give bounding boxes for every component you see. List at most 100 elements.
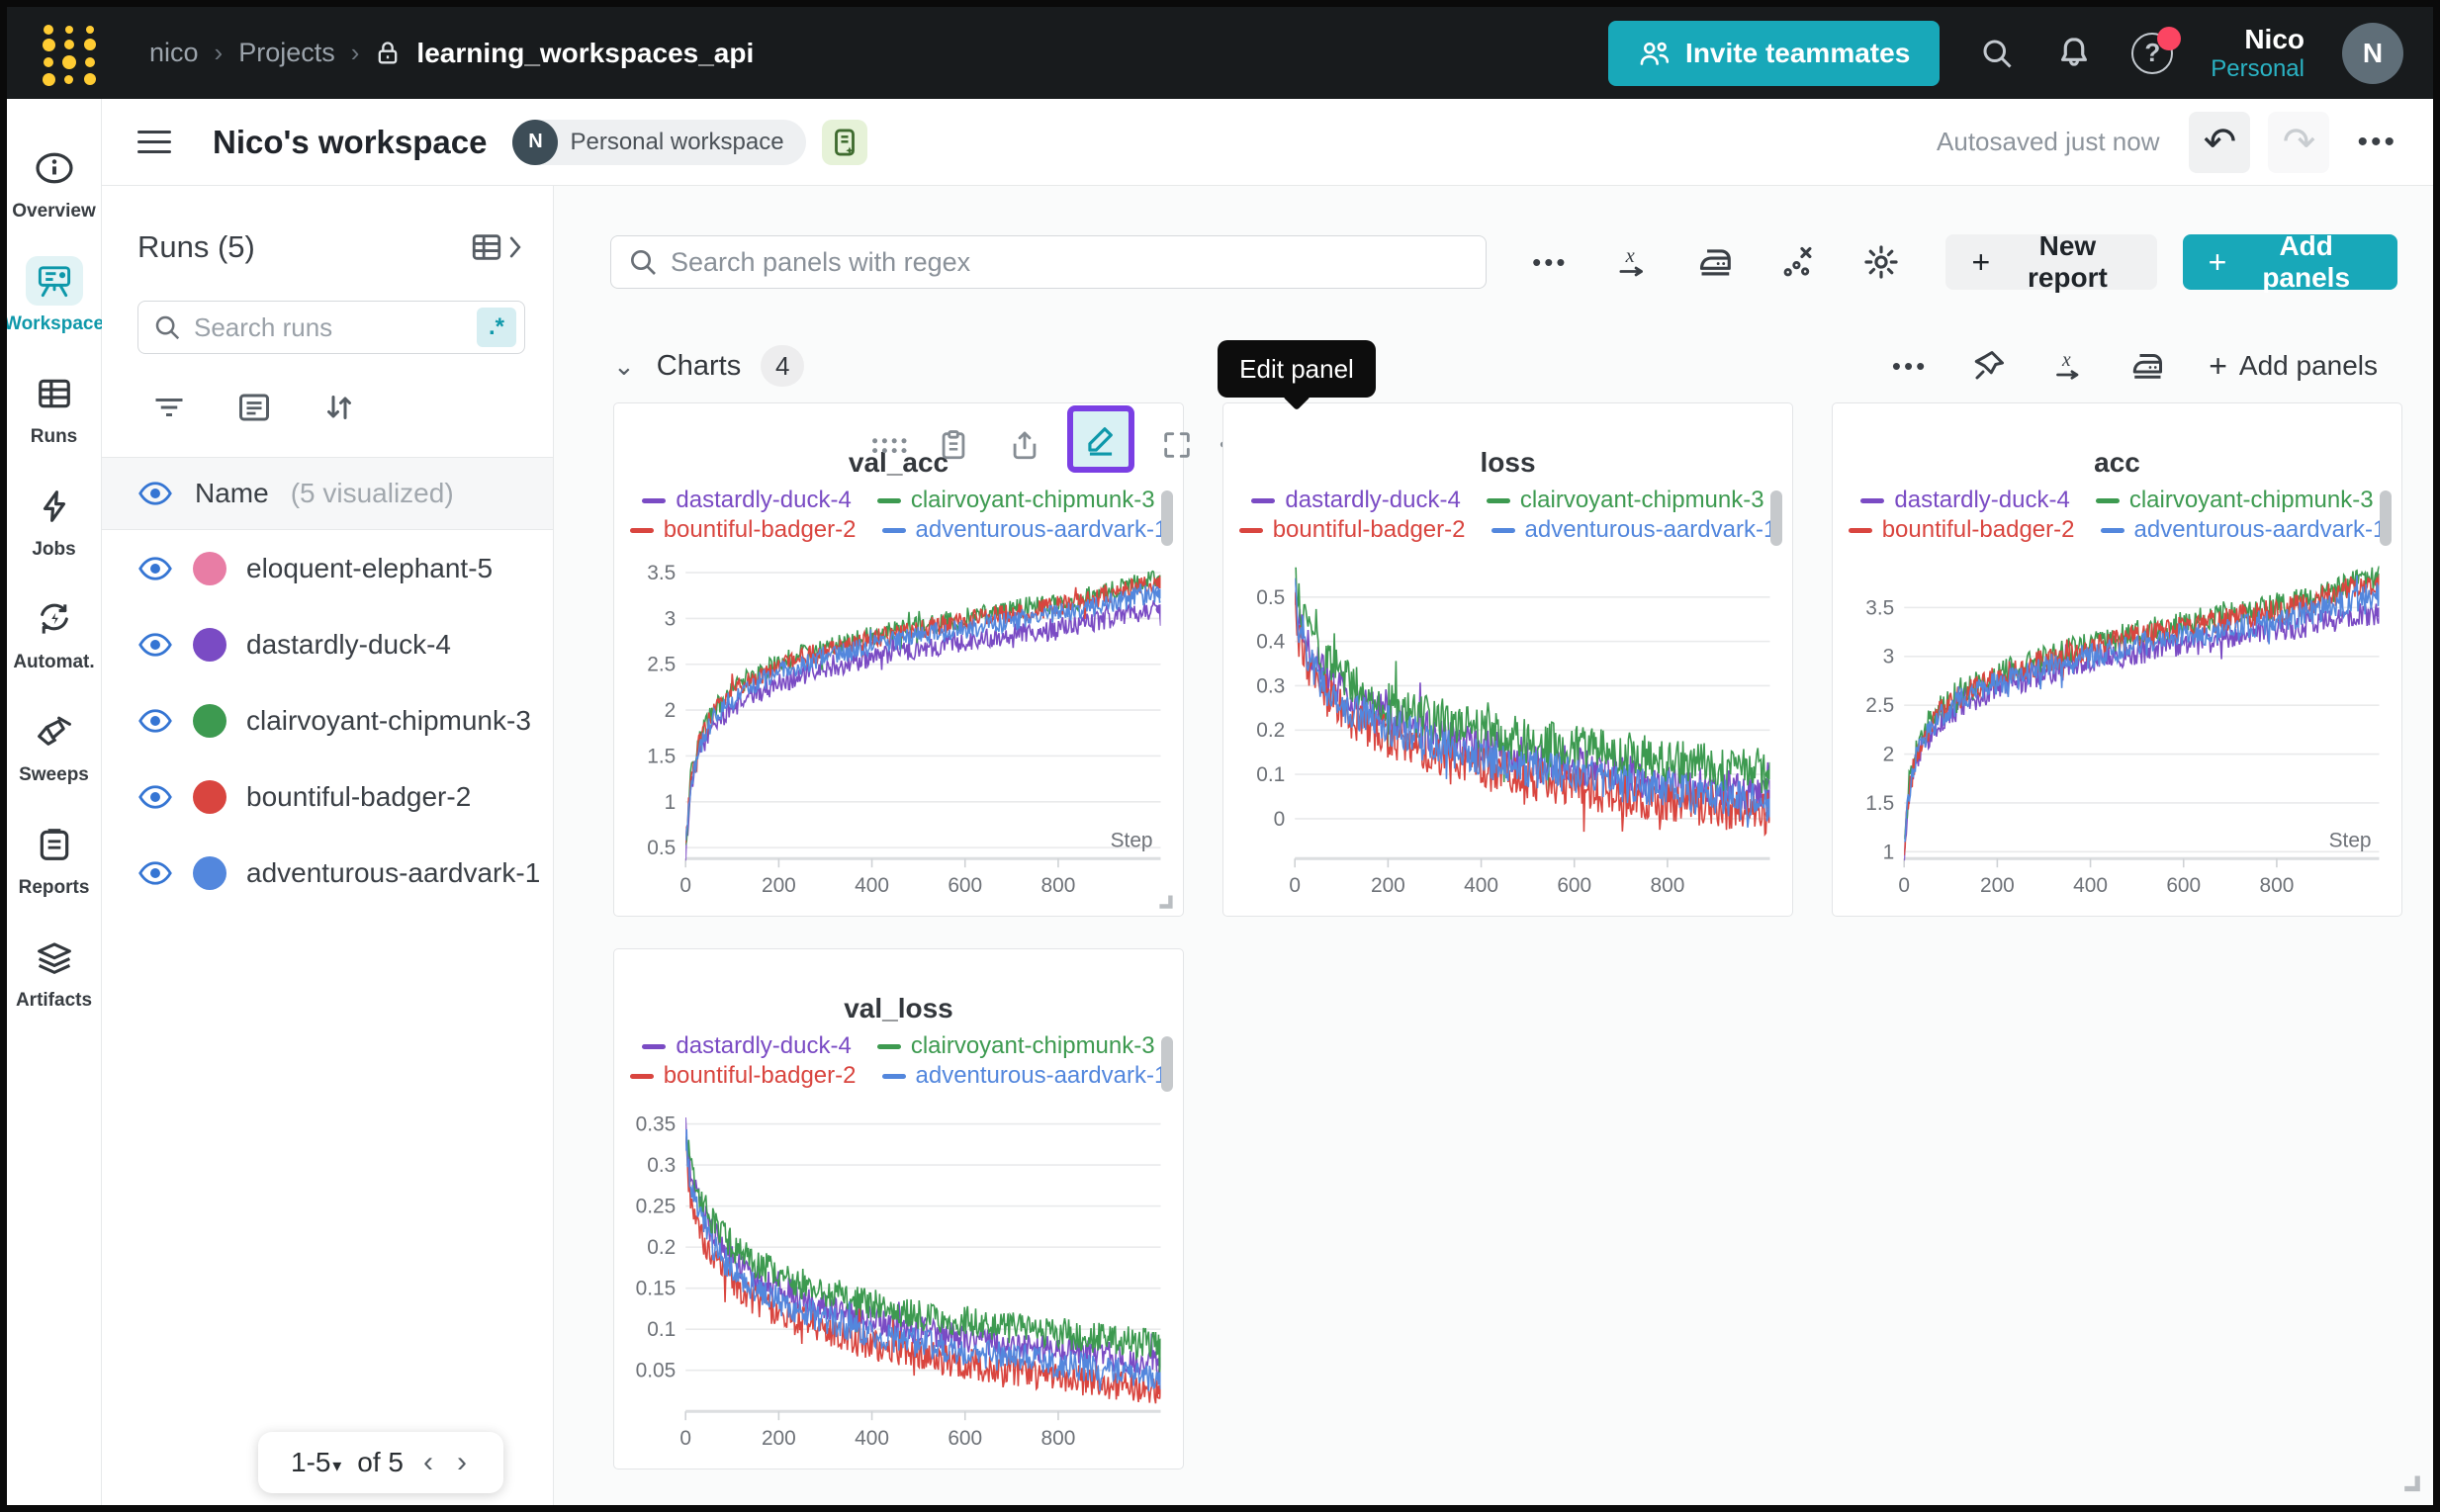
run-name[interactable]: bountiful-badger-2	[246, 781, 471, 813]
user-menu[interactable]: Nico Personal	[2211, 24, 2304, 83]
run-name[interactable]: adventurous-aardvark-1	[246, 857, 540, 889]
run-row[interactable]: dastardly-duck-4	[102, 606, 553, 682]
section-smoothing-icon[interactable]	[2129, 348, 2165, 384]
pin-section-icon[interactable]	[1971, 348, 2007, 384]
panel-resize-handle[interactable]	[1155, 890, 1177, 912]
sidebar-item-sweeps[interactable]: Sweeps	[7, 690, 102, 803]
wandb-logo-icon[interactable]	[41, 25, 98, 82]
outliers-icon[interactable]	[1779, 243, 1817, 281]
visibility-eye-icon[interactable]	[137, 707, 173, 735]
section-add-panels-link[interactable]: +Add panels	[2209, 348, 2378, 385]
run-name[interactable]: dastardly-duck-4	[246, 629, 451, 661]
chart-plot-area[interactable]: 0.050.10.150.20.250.30.350200400600800	[622, 1098, 1175, 1457]
legend-item[interactable]: clairvoyant-chipmunk-3	[1487, 487, 1764, 514]
run-row[interactable]: eloquent-elephant-5	[102, 530, 553, 606]
legend-item[interactable]: adventurous-aardvark-1	[882, 516, 1168, 544]
legend-item[interactable]: clairvoyant-chipmunk-3	[2096, 487, 2374, 514]
legend-scrollbar[interactable]	[2380, 490, 2392, 546]
legend-item[interactable]: bountiful-badger-2	[1239, 516, 1466, 544]
chart-plot-area[interactable]: 00.10.20.30.40.50200400600800	[1231, 552, 1784, 904]
next-page-icon[interactable]: ›	[453, 1446, 471, 1479]
panels-overflow-menu-icon[interactable]: •••	[1532, 247, 1568, 278]
section-x-axis-icon[interactable]	[2050, 348, 2086, 384]
redo-button[interactable]: ↷	[2268, 112, 2329, 173]
sort-icon[interactable]	[321, 390, 357, 425]
legend-item[interactable]: clairvoyant-chipmunk-3	[877, 487, 1155, 514]
legend-scrollbar[interactable]	[1161, 1036, 1173, 1092]
legend-item[interactable]: adventurous-aardvark-1	[2101, 516, 2387, 544]
undo-button[interactable]: ↶	[2189, 112, 2250, 173]
search-icon[interactable]	[1977, 34, 2017, 73]
run-row[interactable]: clairvoyant-chipmunk-3	[102, 682, 553, 758]
breadcrumb-separator: ›	[215, 38, 224, 68]
chart-plot-area[interactable]: 11.522.533.50200400600800Step	[1841, 552, 2394, 904]
sidebar-item-reports[interactable]: Reports	[7, 803, 102, 916]
search-runs-input[interactable]	[194, 312, 477, 343]
visibility-eye-icon[interactable]	[137, 859, 173, 887]
open-runs-table-icon[interactable]	[470, 230, 523, 264]
filter-icon[interactable]	[151, 390, 187, 425]
drag-panel-handle-icon[interactable]	[869, 432, 911, 458]
breadcrumb-project[interactable]: learning_workspaces_api	[416, 38, 754, 69]
sidebar-item-workspace[interactable]: Workspace	[7, 239, 102, 352]
x-axis-settings-icon[interactable]	[1613, 243, 1651, 281]
avatar[interactable]: N	[2342, 23, 2403, 84]
legend-item[interactable]: clairvoyant-chipmunk-3	[877, 1032, 1155, 1060]
new-report-button[interactable]: +New report	[1945, 234, 2156, 290]
invite-teammates-button[interactable]: Invite teammates	[1608, 21, 1940, 86]
sidebar-item-runs[interactable]: Runs	[7, 352, 102, 465]
workspace-overflow-menu-icon[interactable]: •••	[2357, 126, 2397, 159]
export-panel-icon[interactable]	[1008, 428, 1041, 462]
legend-item[interactable]: bountiful-badger-2	[1849, 516, 2075, 544]
visibility-eye-icon[interactable]	[137, 480, 173, 507]
breadcrumb-section[interactable]: Projects	[238, 38, 335, 68]
notifications-bell-icon[interactable]	[2054, 34, 2094, 73]
visibility-eye-icon[interactable]	[137, 631, 173, 659]
visibility-eye-icon[interactable]	[137, 555, 173, 582]
group-list-icon[interactable]	[236, 390, 272, 425]
svg-text:200: 200	[762, 1427, 796, 1450]
svg-text:2: 2	[665, 699, 677, 722]
page-range-dropdown[interactable]: 1-5 ▾	[291, 1447, 341, 1478]
sidebar-item-overview[interactable]: Overview	[7, 127, 102, 239]
legend-item[interactable]: bountiful-badger-2	[630, 516, 857, 544]
legend-item[interactable]: dastardly-duck-4	[642, 1032, 851, 1060]
visibility-eye-icon[interactable]	[137, 783, 173, 811]
workspace-badge[interactable]: N Personal workspace	[512, 120, 805, 165]
run-row[interactable]: bountiful-badger-2	[102, 758, 553, 835]
legend-item[interactable]: dastardly-duck-4	[1251, 487, 1460, 514]
legend-item[interactable]: dastardly-duck-4	[642, 487, 851, 514]
collapse-sidebar-icon[interactable]	[137, 124, 171, 160]
page-resize-handle[interactable]	[2399, 1469, 2425, 1495]
legend-item[interactable]: adventurous-aardvark-1	[882, 1062, 1168, 1090]
fullscreen-panel-icon[interactable]	[1160, 428, 1194, 462]
top-navbar: nico › Projects › learning_workspaces_ap…	[7, 7, 2433, 99]
workspace-doc-icon[interactable]	[822, 120, 867, 165]
sidebar-item-automations[interactable]: Automat.	[7, 578, 102, 690]
breadcrumb-user[interactable]: nico	[149, 38, 199, 68]
run-name[interactable]: eloquent-elephant-5	[246, 553, 493, 584]
smoothing-icon[interactable]	[1696, 243, 1734, 281]
svg-text:400: 400	[855, 874, 889, 897]
search-panels-input[interactable]	[671, 247, 1486, 278]
sidebar-item-artifacts[interactable]: Artifacts	[7, 916, 102, 1028]
regex-toggle[interactable]: .*	[477, 308, 516, 347]
legend-item[interactable]: adventurous-aardvark-1	[1491, 516, 1777, 544]
collapse-section-icon[interactable]: ⌄	[613, 351, 635, 382]
run-name[interactable]: clairvoyant-chipmunk-3	[246, 705, 531, 737]
prev-page-icon[interactable]: ‹	[419, 1446, 437, 1479]
svg-text:0.3: 0.3	[1256, 674, 1285, 697]
legend-item[interactable]: dastardly-duck-4	[1860, 487, 2069, 514]
legend-item[interactable]: bountiful-badger-2	[630, 1062, 857, 1090]
help-icon[interactable]: ?	[2131, 33, 2173, 74]
section-overflow-menu-icon[interactable]: •••	[1892, 351, 1928, 382]
legend-scrollbar[interactable]	[1770, 490, 1782, 546]
legend-scrollbar[interactable]	[1161, 490, 1173, 546]
copy-panel-icon[interactable]	[937, 428, 970, 462]
add-panels-button[interactable]: +Add panels	[2183, 234, 2397, 290]
chart-plot-area[interactable]: 0.511.522.533.50200400600800Step	[622, 552, 1175, 904]
edit-panel-button[interactable]: Edit panel	[1067, 405, 1134, 473]
run-row[interactable]: adventurous-aardvark-1	[102, 835, 553, 911]
settings-gear-icon[interactable]	[1862, 243, 1900, 281]
sidebar-item-jobs[interactable]: Jobs	[7, 465, 102, 578]
